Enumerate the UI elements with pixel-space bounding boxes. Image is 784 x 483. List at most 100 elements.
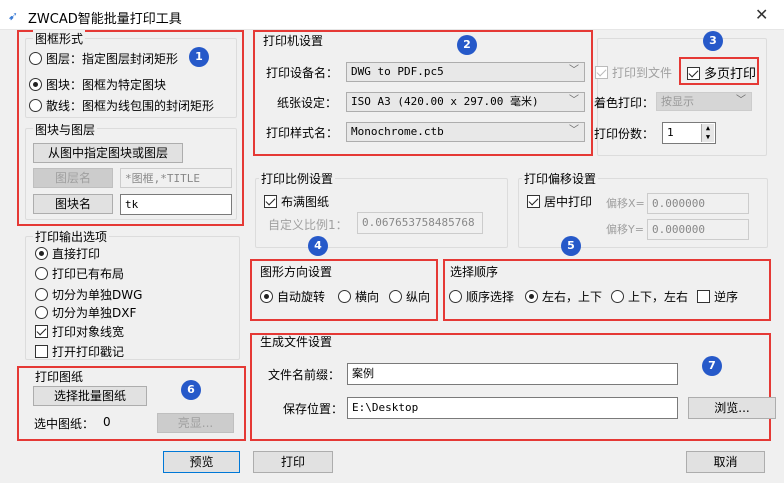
radio-label: 顺序选择 [466,290,515,304]
custom-scale-input[interactable]: 0.067653758485768 [357,212,483,234]
scale-title: 打印比例设置 [259,170,336,187]
path-input[interactable]: E:\Desktop [347,397,678,419]
radio-direct-print[interactable]: 直接打印 [35,245,100,262]
copies-label: 打印份数： [594,127,655,141]
checkbox-label: 打印到文件 [612,66,673,80]
check-center-print[interactable]: 居中打印 [527,193,592,210]
app-icon: ➹ [8,9,19,23]
badge-6: 6 [181,380,201,400]
checkbox-label: 居中打印 [544,195,593,209]
badge-3: 3 [703,31,723,51]
style-select[interactable]: Monochrome.ctb ﹀ [346,122,585,142]
layer-name-button[interactable]: 图层名 [33,168,113,188]
copies-spinner[interactable]: 1 ▲ ▼ [662,122,716,144]
pick-block-layer-button[interactable]: 从图中指定图块或图层 [33,143,183,163]
select-drawings-button[interactable]: 选择批量图纸 [33,386,147,406]
radio-split-dwg[interactable]: 切分为单独DWG [35,286,142,303]
radio-icon [525,290,538,303]
check-reverse[interactable]: 逆序 [697,288,738,305]
selected-drawings-count: 0 [103,415,111,429]
badge-2: 2 [457,35,477,55]
radio-landscape[interactable]: 横向 [338,288,379,305]
radio-icon [29,52,42,65]
chevron-down-icon: ﹀ [569,125,579,136]
file-title: 生成文件设置 [260,335,333,349]
offset-x-label: 偏移X= [606,197,645,210]
drawings-title: 打印图纸 [33,368,86,385]
print-button[interactable]: 打印 [253,451,333,473]
radio-layer[interactable]: 图层：指定图层封闭矩形 [29,50,178,67]
radio-label: 散线：图框为线包围的封闭矩形 [46,99,215,113]
radio-sequential[interactable]: 顺序选择 [449,288,514,305]
radio-icon [35,306,48,319]
radio-lines[interactable]: 散线：图框为线包围的封闭矩形 [29,97,214,114]
browse-button[interactable]: 浏览... [688,397,776,419]
radio-tb-lr[interactable]: 上下，左右 [611,288,688,305]
prefix-label: 文件名前缀： [268,368,341,382]
offset-title: 打印偏移设置 [522,170,599,187]
check-lineweight[interactable]: 打印对象线宽 [35,323,124,340]
radio-icon [29,78,42,91]
path-label: 保存位置： [283,402,344,416]
checkbox-icon [35,345,48,358]
radio-label: 图块：图框为特定图块 [46,78,167,92]
radio-portrait[interactable]: 纵向 [389,288,430,305]
checkbox-icon [527,195,540,208]
printer-title: 打印机设置 [261,32,326,49]
style-value: Monochrome.ctb [351,125,444,138]
checkbox-label: 打印对象线宽 [52,325,125,339]
radio-icon [389,290,402,303]
radio-label: 自动旋转 [277,290,326,304]
highlight-button[interactable]: 亮显... [157,413,234,433]
radio-label: 切分为单独DWG [52,288,143,302]
offset-y-input[interactable]: 0.000000 [647,219,749,240]
radio-icon [35,267,48,280]
custom-scale-label: 自定义比例1： [268,218,348,232]
paper-value: ISO A3 (420.00 x 297.00 毫米) [351,95,539,108]
radio-icon [338,290,351,303]
badge-7: 7 [702,356,722,376]
check-multi-page[interactable]: 多页打印 [687,63,756,82]
block-name-button[interactable]: 图块名 [33,194,113,214]
prefix-input[interactable]: 案例 [347,363,678,385]
checkbox-label: 打开打印戳记 [52,345,125,359]
spin-arrows-icon[interactable]: ▲ ▼ [701,124,714,142]
block-name-input[interactable]: tk [120,194,232,215]
shade-select[interactable]: 按显示 ﹀ [656,92,752,111]
badge-1: 1 [189,47,209,67]
radio-label: 上下，左右 [628,290,689,304]
radio-auto-rotate[interactable]: 自动旋转 [260,288,325,305]
radio-label: 横向 [355,290,380,304]
offset-x-input[interactable]: 0.000000 [647,193,749,214]
radio-icon [449,290,462,303]
radio-print-layouts[interactable]: 打印已有布局 [35,265,124,282]
output-options-title: 打印输出选项 [33,228,110,245]
chevron-down-icon: ﹀ [736,95,746,106]
cancel-button[interactable]: 取消 [686,451,765,473]
checkbox-icon [595,66,608,79]
preview-button[interactable]: 预览 [163,451,240,473]
badge-5: 5 [561,236,581,256]
window-title: ZWCAD智能批量打印工具 [28,12,182,27]
layer-name-input[interactable]: *图框,*TITLE [120,168,232,188]
shade-value: 按显示 [661,95,694,108]
checkbox-label: 多页打印 [704,67,757,82]
radio-split-dxf[interactable]: 切分为单独DXF [35,304,136,321]
device-select[interactable]: DWG to PDF.pc5 ﹀ [346,62,585,82]
check-plot-stamp[interactable]: 打开打印戳记 [35,343,124,360]
radio-label: 纵向 [406,290,431,304]
checkbox-icon [687,67,700,80]
radio-icon [29,99,42,112]
radio-lr-tb[interactable]: 左右，上下 [525,288,602,305]
frame-form-title: 图框形式 [33,30,86,47]
check-fit-paper[interactable]: 布满图纸 [264,193,329,210]
paper-select[interactable]: ISO A3 (420.00 x 297.00 毫米) ﹀ [346,92,585,112]
paper-label: 纸张设定： [277,96,338,110]
style-label: 打印样式名： [266,126,339,140]
selected-drawings-label: 选中图纸： [34,417,95,431]
check-print-to-file[interactable]: 打印到文件 [595,64,672,81]
radio-icon [35,247,48,260]
shade-label: 着色打印： [594,96,655,110]
close-icon[interactable]: ✕ [755,5,768,24]
radio-block[interactable]: 图块：图框为特定图块 [29,76,166,93]
